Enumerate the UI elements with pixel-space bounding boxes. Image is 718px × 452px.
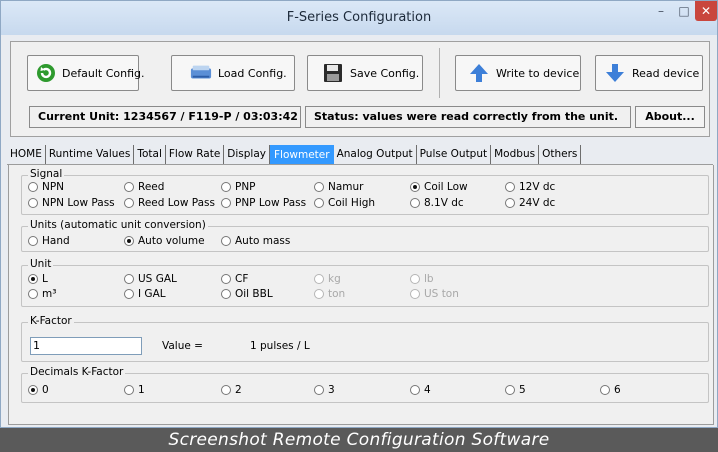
load-config-label: Load Config. (218, 66, 287, 80)
decimals-4-radio[interactable]: 4 (410, 384, 431, 396)
signal-pnp-low-pass-radio[interactable]: PNP Low Pass (221, 197, 306, 209)
unit-us-ton-radio: US ton (410, 288, 459, 300)
k-factor-title: K-Factor (28, 315, 74, 327)
k-factor-value-text: 1 pulses / L (250, 340, 310, 352)
units-conversion-group: Units (automatic unit conversion) Hand A… (21, 219, 709, 252)
signal-reed-low-pass-radio[interactable]: Reed Low Pass (124, 197, 215, 209)
units-hand-radio[interactable]: Hand (28, 235, 70, 247)
config-window: F-Series Configuration – □ ✕ Default Con… (0, 0, 718, 428)
signal-namur-radio[interactable]: Namur (314, 181, 364, 193)
signal-12v-dc-radio[interactable]: 12V dc (505, 181, 555, 193)
load-config-button[interactable]: Load Config. (171, 55, 295, 91)
decimals-1-radio[interactable]: 1 (124, 384, 145, 396)
minimize-button[interactable]: – (649, 1, 673, 21)
decimals-group: Decimals K-Factor 0 1 2 3 4 5 6 (21, 366, 709, 403)
signal-npn-low-pass-radio[interactable]: NPN Low Pass (28, 197, 115, 209)
tab-runtime-values[interactable]: Runtime Values (46, 145, 135, 165)
unit-oil-bbl-radio[interactable]: Oil BBL (221, 288, 273, 300)
unit-m3-radio[interactable]: m³ (28, 288, 56, 300)
k-factor-input[interactable]: 1 (30, 337, 142, 355)
unit-i-gal-radio[interactable]: I GAL (124, 288, 166, 300)
arrow-down-icon (604, 62, 626, 84)
tab-strip: HOME Runtime Values Total Flow Rate Disp… (7, 145, 582, 165)
signal-title: Signal (28, 168, 65, 180)
status-message: Status: values were read correctly from … (305, 106, 631, 128)
unit-kg-radio: kg (314, 273, 341, 285)
units-auto-volume-radio[interactable]: Auto volume (124, 235, 205, 247)
window-title: F-Series Configuration (286, 10, 432, 25)
unit-l-radio[interactable]: L (28, 273, 48, 285)
signal-coil-high-radio[interactable]: Coil High (314, 197, 375, 209)
decimals-2-radio[interactable]: 2 (221, 384, 242, 396)
decimals-title: Decimals K-Factor (28, 366, 126, 378)
scanner-icon (190, 62, 212, 84)
tab-analog-output[interactable]: Analog Output (334, 145, 417, 165)
unit-ton-radio: ton (314, 288, 345, 300)
floppy-disk-icon (322, 62, 344, 84)
k-factor-group: K-Factor 1 Value = 1 pulses / L (21, 315, 709, 362)
close-button[interactable]: ✕ (695, 1, 717, 21)
toolbar-panel: Default Config. Load Config. Save Config… (10, 41, 710, 137)
unit-lb-radio: lb (410, 273, 434, 285)
tab-modbus[interactable]: Modbus (491, 145, 540, 165)
unit-group: Unit L US GAL CF kg lb m³ I GAL Oil BBL … (21, 258, 709, 307)
decimals-5-radio[interactable]: 5 (505, 384, 526, 396)
screenshot-caption: Screenshot Remote Configuration Software (0, 428, 718, 452)
toolbar-separator (439, 48, 440, 98)
read-device-button[interactable]: Read device (595, 55, 703, 91)
current-unit-display: Current Unit: 1234567 / F119-P / 03:03:4… (29, 106, 301, 128)
tab-display[interactable]: Display (224, 145, 270, 165)
tab-pulse-output[interactable]: Pulse Output (417, 145, 492, 165)
tab-home[interactable]: HOME (7, 145, 46, 165)
decimals-6-radio[interactable]: 6 (600, 384, 621, 396)
k-factor-value-label: Value = (162, 340, 203, 352)
tab-others[interactable]: Others (539, 145, 582, 165)
unit-title: Unit (28, 258, 54, 270)
flowmeter-panel: Signal NPN Reed PNP Namur Coil Low 12V d… (8, 165, 714, 425)
signal-8v-dc-radio[interactable]: 8.1V dc (410, 197, 464, 209)
decimals-0-radio[interactable]: 0 (28, 384, 49, 396)
decimals-3-radio[interactable]: 3 (314, 384, 335, 396)
default-config-label: Default Config. (62, 66, 145, 80)
title-bar: F-Series Configuration – □ ✕ (1, 1, 717, 35)
save-config-button[interactable]: Save Config. (307, 55, 423, 91)
read-device-label: Read device (632, 66, 700, 80)
maximize-button[interactable]: □ (673, 1, 695, 21)
signal-npn-radio[interactable]: NPN (28, 181, 64, 193)
arrow-up-icon (468, 62, 490, 84)
tab-flow-rate[interactable]: Flow Rate (166, 145, 225, 165)
tab-total[interactable]: Total (134, 145, 166, 165)
unit-us-gal-radio[interactable]: US GAL (124, 273, 177, 285)
write-to-device-label: Write to device (496, 66, 580, 80)
about-button[interactable]: About... (635, 106, 705, 128)
write-to-device-button[interactable]: Write to device (455, 55, 581, 91)
refresh-icon (36, 62, 56, 84)
signal-coil-low-radio[interactable]: Coil Low (410, 181, 468, 193)
save-config-label: Save Config. (350, 66, 420, 80)
units-conversion-title: Units (automatic unit conversion) (28, 219, 208, 231)
signal-24v-dc-radio[interactable]: 24V dc (505, 197, 555, 209)
signal-reed-radio[interactable]: Reed (124, 181, 164, 193)
tab-flowmeter[interactable]: Flowmeter (270, 145, 334, 165)
unit-cf-radio[interactable]: CF (221, 273, 248, 285)
signal-pnp-radio[interactable]: PNP (221, 181, 256, 193)
signal-group: Signal NPN Reed PNP Namur Coil Low 12V d… (21, 168, 709, 215)
default-config-button[interactable]: Default Config. (27, 55, 144, 91)
units-auto-mass-radio[interactable]: Auto mass (221, 235, 290, 247)
